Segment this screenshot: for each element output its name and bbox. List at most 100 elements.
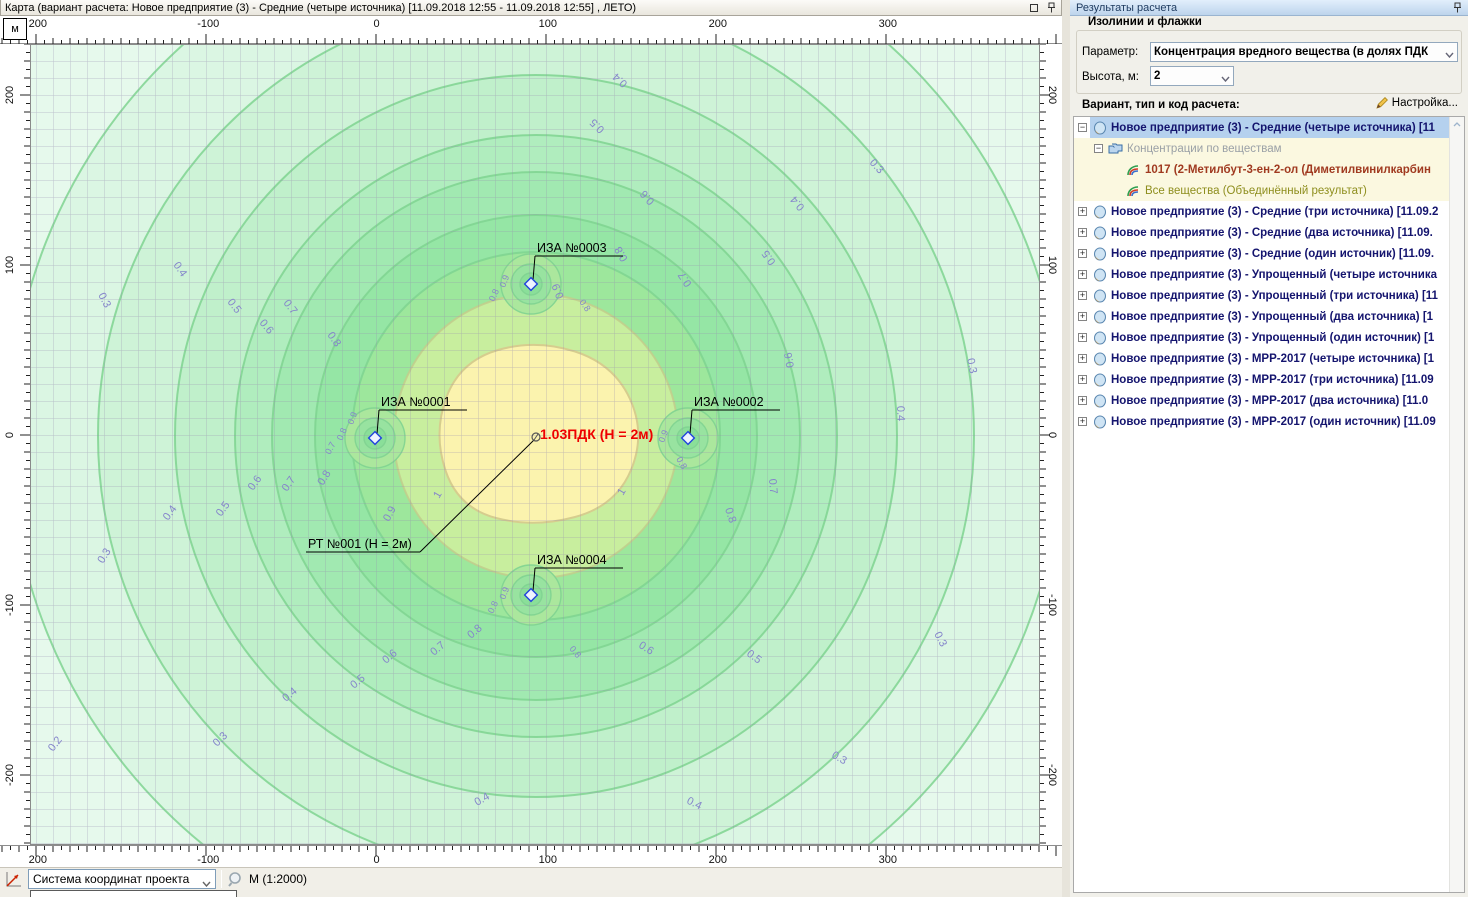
application-window: Карта (вариант расчета: Новое предприяти… xyxy=(0,0,1468,897)
expand-icon[interactable]: + xyxy=(1078,417,1087,426)
isolines-icon xyxy=(1126,163,1141,177)
ruler-label: 100 xyxy=(539,18,557,30)
parameter-combobox[interactable]: Концентрация вредного вещества (в долях … xyxy=(1150,42,1458,62)
tree-item-label: Концентрации по веществам xyxy=(1127,143,1464,155)
ruler-top: 200-1000100200300 xyxy=(0,16,1062,44)
ruler-right: 2001000-100-200 xyxy=(1040,44,1062,845)
map-window-title: Карта (вариант расчета: Новое предприяти… xyxy=(5,2,1023,14)
expand-icon[interactable]: + xyxy=(1078,396,1087,405)
map-canvas[interactable]: 0.30.40.50.60.70.80.40.50.30.60.40.50.80… xyxy=(30,44,1040,845)
variant-icon xyxy=(1092,226,1107,240)
tree-item[interactable]: + Новое предприятие (3) - Средние (три и… xyxy=(1074,201,1464,222)
isolines-group-title: Изолинии и флажки xyxy=(1084,16,1206,28)
tree-item-label: Новое предприятие (3) - Средние (два ист… xyxy=(1111,227,1464,239)
isolines-group-box xyxy=(1076,30,1462,94)
variant-icon xyxy=(1092,394,1107,408)
results-panel: Результаты расчета Изолинии и флажки Пар… xyxy=(1070,0,1468,897)
expand-icon[interactable]: + xyxy=(1078,354,1087,363)
variant-icon xyxy=(1092,352,1107,366)
tree-item[interactable]: + Новое предприятие (3) - МРР-2017 (четы… xyxy=(1074,348,1464,369)
ruler-label: 100 xyxy=(4,256,16,274)
panel-splitter[interactable] xyxy=(1062,0,1070,897)
parameter-label: Параметр: xyxy=(1082,46,1138,58)
max-concentration-label: 1.03ПДК (Н = 2м) xyxy=(540,426,653,442)
expand-icon[interactable]: + xyxy=(1078,312,1087,321)
expand-icon[interactable]: + xyxy=(1078,207,1087,216)
tree-item[interactable]: + Новое предприятие (3) - Упрощенный (дв… xyxy=(1074,306,1464,327)
variant-icon xyxy=(1092,310,1107,324)
variant-icon xyxy=(1092,247,1107,261)
coordinate-system-combobox[interactable]: Система координат проекта xyxy=(28,869,216,889)
tree-item[interactable]: + Новое предприятие (3) - Упрощенный (тр… xyxy=(1074,285,1464,306)
legend-window-partial xyxy=(30,890,237,897)
tree-item-label: 1017 (2-Метилбут-3-ен-2-ол (Диметилвинил… xyxy=(1145,164,1464,176)
expand-icon[interactable]: + xyxy=(1078,249,1087,258)
tree-item[interactable]: Все вещества (Объединённый результат) xyxy=(1074,180,1464,201)
source-label: ИЗА №0004 xyxy=(537,553,607,567)
isoline-value-label: 0.7 xyxy=(766,478,779,494)
map-scale: М (1:2000) xyxy=(249,872,307,886)
collapse-icon[interactable]: − xyxy=(1078,123,1087,132)
ruler-label: -200 xyxy=(4,764,16,786)
source-label: ИЗА №0003 xyxy=(537,241,607,255)
variant-icon xyxy=(1092,268,1107,282)
ruler-label: 300 xyxy=(879,854,897,866)
tree-item-label: Новое предприятие (3) - МРР-2017 (два ис… xyxy=(1111,395,1464,407)
tree-item[interactable]: + Новое предприятие (3) - МРР-2017 (два … xyxy=(1074,390,1464,411)
ruler-label: 0 xyxy=(4,432,16,438)
pencil-icon xyxy=(1376,97,1388,109)
chevron-up-icon[interactable] xyxy=(1450,117,1464,132)
expand-icon[interactable]: + xyxy=(1078,270,1087,279)
ruler-unit-box: м xyxy=(3,18,27,40)
results-tree: − Новое предприятие (3) - Средние (четыр… xyxy=(1073,116,1465,893)
tree-item[interactable]: + Новое предприятие (3) - Упрощенный (од… xyxy=(1074,327,1464,348)
expand-icon[interactable]: + xyxy=(1078,228,1087,237)
map-window: Карта (вариант расчета: Новое предприяти… xyxy=(0,0,1062,897)
tree-item[interactable]: − Новое предприятие (3) - Средние (четыр… xyxy=(1074,117,1464,138)
ruler-label: 0 xyxy=(1046,432,1058,438)
results-panel-header: Результаты расчета xyxy=(1070,0,1468,16)
tree-item[interactable]: − Концентрации по веществам xyxy=(1074,138,1464,159)
expand-icon[interactable]: + xyxy=(1078,333,1087,342)
height-label: Высота, м: xyxy=(1082,71,1139,83)
tree-item-label: Новое предприятие (3) - МРР-2017 (четыре… xyxy=(1111,353,1464,365)
expand-icon[interactable]: + xyxy=(1078,291,1087,300)
variant-icon xyxy=(1092,205,1107,219)
tree-item[interactable]: + Новое предприятие (3) - Средние (два и… xyxy=(1074,222,1464,243)
contour-map: 0.30.40.50.60.70.80.40.50.30.60.40.50.80… xyxy=(31,45,1039,844)
restore-icon[interactable] xyxy=(1028,2,1040,14)
tree-item-label: Новое предприятие (3) - Упрощенный (два … xyxy=(1111,311,1464,323)
ruler-label: 0 xyxy=(374,854,380,866)
statusbar-separator xyxy=(221,870,222,888)
tree-scrollbar[interactable] xyxy=(1449,117,1464,892)
tree-item[interactable]: + Новое предприятие (3) - МРР-2017 (три … xyxy=(1074,369,1464,390)
variant-icon xyxy=(1092,415,1107,429)
variant-section-label: Вариант, тип и код расчета: xyxy=(1082,99,1240,111)
variant-icon xyxy=(1092,289,1107,303)
source-label: ИЗА №0002 xyxy=(694,395,764,409)
ruler-label: -100 xyxy=(1046,594,1058,616)
map-statusbar: Система координат проекта М (1:2000) xyxy=(0,867,1062,890)
receptor-label: РТ №001 (Н = 2м) xyxy=(308,537,412,551)
ruler-label: 200 xyxy=(29,854,47,866)
height-combobox[interactable]: 2 xyxy=(1150,66,1234,86)
variant-icon xyxy=(1092,373,1107,387)
tree-item[interactable]: 1017 (2-Метилбут-3-ен-2-ол (Диметилвинил… xyxy=(1074,159,1464,180)
ruler-label: -100 xyxy=(197,854,219,866)
pin-icon[interactable] xyxy=(1453,2,1462,13)
ruler-label: -200 xyxy=(1046,764,1058,786)
pin-icon[interactable] xyxy=(1045,2,1057,14)
chevron-down-icon xyxy=(1221,73,1230,79)
ruler-label: 200 xyxy=(709,18,727,30)
expand-icon[interactable]: + xyxy=(1078,375,1087,384)
tree-item-label: Новое предприятие (3) - МРР-2017 (три ис… xyxy=(1111,374,1464,386)
magnifier-icon xyxy=(227,871,245,887)
ruler-label: -100 xyxy=(4,594,16,616)
chevron-down-icon xyxy=(202,876,211,882)
tree-item[interactable]: + Новое предприятие (3) - Упрощенный (че… xyxy=(1074,264,1464,285)
tree-item-label: Новое предприятие (3) - Упрощенный (три … xyxy=(1111,290,1464,302)
collapse-icon[interactable]: − xyxy=(1094,144,1103,153)
settings-button[interactable]: Настройка... xyxy=(1376,97,1458,109)
tree-item[interactable]: + Новое предприятие (3) - Средние (один … xyxy=(1074,243,1464,264)
tree-item[interactable]: + Новое предприятие (3) - МРР-2017 (один… xyxy=(1074,411,1464,432)
